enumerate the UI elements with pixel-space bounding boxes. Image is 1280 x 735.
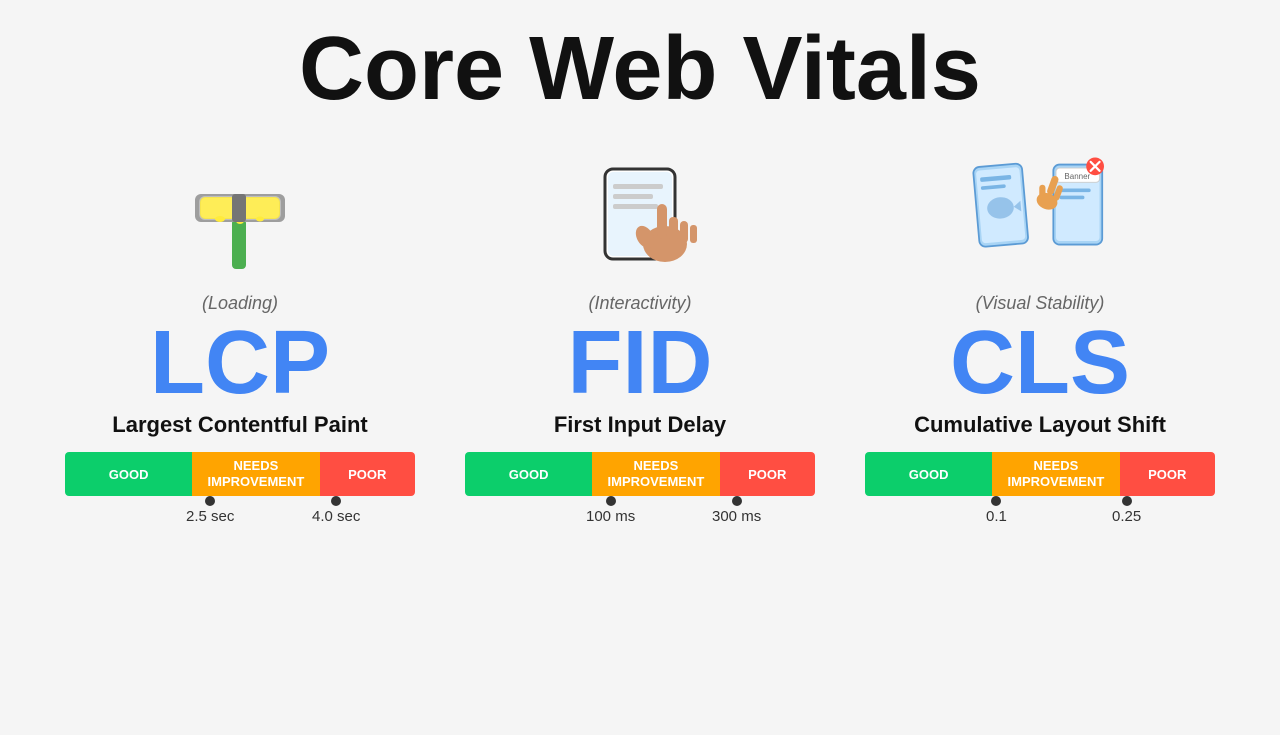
fid-icon: [560, 129, 720, 289]
lcp-bar-needs: NEEDSIMPROVEMENT: [192, 452, 319, 496]
cls-category: (Visual Stability): [976, 293, 1105, 314]
cls-bar-ticks: 0.1 0.25: [865, 496, 1215, 526]
cls-bar-poor: POOR: [1120, 452, 1215, 496]
cls-abbr: CLS: [950, 318, 1130, 408]
cls-tick2: 0.25: [1112, 496, 1141, 525]
lcp-icon: [160, 129, 320, 289]
lcp-name: Largest Contentful Paint: [112, 412, 367, 438]
lcp-bar-poor: POOR: [320, 452, 415, 496]
fid-tick2-dot: [732, 496, 742, 506]
fid-category: (Interactivity): [588, 293, 691, 314]
fid-name: First Input Delay: [554, 412, 726, 438]
lcp-bar-ticks: 2.5 sec 4.0 sec: [65, 496, 415, 526]
svg-text:Banner: Banner: [1064, 172, 1090, 181]
fid-abbr: FID: [568, 318, 713, 408]
cls-icon: Banner: [960, 129, 1120, 289]
fid-bar-good: GOOD: [465, 452, 592, 496]
lcp-tick2-label: 4.0 sec: [312, 508, 360, 525]
fid-tick2: 300 ms: [712, 496, 761, 525]
cls-bar-good: GOOD: [865, 452, 992, 496]
fid-bar-needs: NEEDSIMPROVEMENT: [592, 452, 719, 496]
cls-tick2-dot: [1122, 496, 1132, 506]
cls-bar-needs: NEEDSIMPROVEMENT: [992, 452, 1119, 496]
cls-tick1-label: 0.1: [986, 508, 1007, 525]
cls-tick1-dot: [991, 496, 1001, 506]
fid-tick1-dot: [606, 496, 616, 506]
lcp-bar-container: GOOD NEEDSIMPROVEMENT POOR 2.5 sec 4.0 s…: [65, 452, 415, 526]
lcp-category: (Loading): [202, 293, 278, 314]
lcp-bar-good: GOOD: [65, 452, 192, 496]
fid-tick2-label: 300 ms: [712, 508, 761, 525]
cls-bar: GOOD NEEDSIMPROVEMENT POOR: [865, 452, 1215, 496]
lcp-tick1-label: 2.5 sec: [186, 508, 234, 525]
lcp-abbr: LCP: [150, 318, 330, 408]
metrics-row: (Loading) LCP Largest Contentful Paint G…: [40, 129, 1240, 526]
lcp-tick2: 4.0 sec: [312, 496, 360, 525]
lcp-bar: GOOD NEEDSIMPROVEMENT POOR: [65, 452, 415, 496]
fid-bar-ticks: 100 ms 300 ms: [465, 496, 815, 526]
fid-tick1-label: 100 ms: [586, 508, 635, 525]
page-title: Core Web Vitals: [299, 20, 981, 119]
metric-lcp: (Loading) LCP Largest Contentful Paint G…: [50, 129, 430, 526]
fid-bar-poor: POOR: [720, 452, 815, 496]
fid-bar-container: GOOD NEEDSIMPROVEMENT POOR 100 ms 300 ms: [465, 452, 815, 526]
cls-name: Cumulative Layout Shift: [914, 412, 1166, 438]
cls-tick1: 0.1: [986, 496, 1007, 525]
fid-tick1: 100 ms: [586, 496, 635, 525]
lcp-tick1-dot: [205, 496, 215, 506]
metric-cls: Banner (Vis: [850, 129, 1230, 526]
metric-fid: (Interactivity) FID First Input Delay GO…: [450, 129, 830, 526]
lcp-tick1: 2.5 sec: [186, 496, 234, 525]
lcp-tick2-dot: [331, 496, 341, 506]
fid-bar: GOOD NEEDSIMPROVEMENT POOR: [465, 452, 815, 496]
cls-bar-container: GOOD NEEDSIMPROVEMENT POOR 0.1 0.25: [865, 452, 1215, 526]
cls-tick2-label: 0.25: [1112, 508, 1141, 525]
